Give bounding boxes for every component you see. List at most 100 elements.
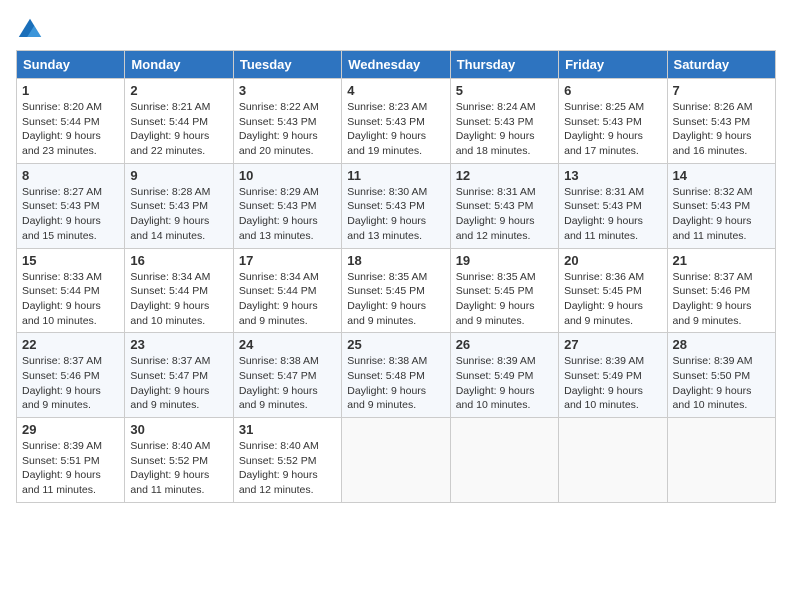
calendar-cell: 24Sunrise: 8:38 AM Sunset: 5:47 PM Dayli…: [233, 333, 341, 418]
day-info: Sunrise: 8:27 AM Sunset: 5:43 PM Dayligh…: [22, 185, 119, 244]
calendar-table: SundayMondayTuesdayWednesdayThursdayFrid…: [16, 50, 776, 503]
calendar-cell: 22 Sunrise: 8:37 AM Sunset: 5:46 PM Dayli…: [17, 333, 125, 418]
calendar-cell: 12Sunrise: 8:31 AM Sunset: 5:43 PM Dayli…: [450, 163, 558, 248]
calendar-cell: 16 Sunrise: 8:34 AM Sunset: 5:44 PM Dayli…: [125, 248, 233, 333]
calendar-cell: 4Sunrise: 8:23 AM Sunset: 5:43 PM Daylig…: [342, 79, 450, 164]
day-number: 19: [456, 253, 553, 268]
calendar-cell: 27Sunrise: 8:39 AM Sunset: 5:49 PM Dayli…: [559, 333, 667, 418]
day-number: 28: [673, 337, 770, 352]
day-number: 5: [456, 83, 553, 98]
day-info: Sunrise: 8:26 AM Sunset: 5:43 PM Dayligh…: [673, 100, 770, 159]
calendar-week-3: 15 Sunrise: 8:33 AM Sunset: 5:44 PM Dayli…: [17, 248, 776, 333]
calendar-cell: 2 Sunrise: 8:21 AM Sunset: 5:44 PM Daylig…: [125, 79, 233, 164]
day-info: Sunrise: 8:37 AM Sunset: 5:46 PM Dayligh…: [673, 270, 770, 329]
calendar-header-thursday: Thursday: [450, 51, 558, 79]
day-info: Sunrise: 8:34 AM Sunset: 5:44 PM Dayligh…: [130, 270, 227, 329]
calendar-body: 1 Sunrise: 8:20 AM Sunset: 5:44 PM Daylig…: [17, 79, 776, 503]
day-number: 10: [239, 168, 336, 183]
day-number: 15: [22, 253, 119, 268]
calendar-cell: 26Sunrise: 8:39 AM Sunset: 5:49 PM Dayli…: [450, 333, 558, 418]
calendar-cell: 14 Sunrise: 8:32 AM Sunset: 5:43 PM Dayli…: [667, 163, 775, 248]
calendar-header-wednesday: Wednesday: [342, 51, 450, 79]
day-info: Sunrise: 8:31 AM Sunset: 5:43 PM Dayligh…: [456, 185, 553, 244]
calendar-header-row: SundayMondayTuesdayWednesdayThursdayFrid…: [17, 51, 776, 79]
calendar-header-tuesday: Tuesday: [233, 51, 341, 79]
calendar-cell: 11 Sunrise: 8:30 AM Sunset: 5:43 PM Dayli…: [342, 163, 450, 248]
day-info: Sunrise: 8:37 AM Sunset: 5:47 PM Dayligh…: [130, 354, 227, 413]
calendar-cell: [342, 418, 450, 503]
logo-icon: [16, 16, 44, 44]
calendar-week-2: 8 Sunrise: 8:27 AM Sunset: 5:43 PM Daylig…: [17, 163, 776, 248]
day-info: Sunrise: 8:30 AM Sunset: 5:43 PM Dayligh…: [347, 185, 444, 244]
day-number: 11: [347, 168, 444, 183]
day-info: Sunrise: 8:40 AM Sunset: 5:52 PM Dayligh…: [239, 439, 336, 498]
day-info: Sunrise: 8:37 AM Sunset: 5:46 PM Dayligh…: [22, 354, 119, 413]
calendar-cell: 31 Sunrise: 8:40 AM Sunset: 5:52 PM Dayli…: [233, 418, 341, 503]
day-info: Sunrise: 8:35 AM Sunset: 5:45 PM Dayligh…: [456, 270, 553, 329]
day-number: 31: [239, 422, 336, 437]
calendar-cell: 30 Sunrise: 8:40 AM Sunset: 5:52 PM Dayli…: [125, 418, 233, 503]
day-info: Sunrise: 8:21 AM Sunset: 5:44 PM Dayligh…: [130, 100, 227, 159]
calendar-header-saturday: Saturday: [667, 51, 775, 79]
day-number: 8: [22, 168, 119, 183]
day-info: Sunrise: 8:39 AM Sunset: 5:49 PM Dayligh…: [456, 354, 553, 413]
calendar-cell: 5 Sunrise: 8:24 AM Sunset: 5:43 PM Daylig…: [450, 79, 558, 164]
day-info: Sunrise: 8:20 AM Sunset: 5:44 PM Dayligh…: [22, 100, 119, 159]
logo: [16, 16, 48, 44]
day-number: 27: [564, 337, 661, 352]
calendar-week-4: 22 Sunrise: 8:37 AM Sunset: 5:46 PM Dayli…: [17, 333, 776, 418]
day-info: Sunrise: 8:35 AM Sunset: 5:45 PM Dayligh…: [347, 270, 444, 329]
calendar-cell: 18 Sunrise: 8:35 AM Sunset: 5:45 PM Dayli…: [342, 248, 450, 333]
day-number: 14: [673, 168, 770, 183]
calendar-cell: 9Sunrise: 8:28 AM Sunset: 5:43 PM Daylig…: [125, 163, 233, 248]
day-number: 16: [130, 253, 227, 268]
calendar-cell: 21Sunrise: 8:37 AM Sunset: 5:46 PM Dayli…: [667, 248, 775, 333]
day-number: 7: [673, 83, 770, 98]
calendar-cell: [450, 418, 558, 503]
day-number: 17: [239, 253, 336, 268]
day-number: 13: [564, 168, 661, 183]
calendar-cell: 15 Sunrise: 8:33 AM Sunset: 5:44 PM Dayli…: [17, 248, 125, 333]
day-number: 30: [130, 422, 227, 437]
day-info: Sunrise: 8:39 AM Sunset: 5:50 PM Dayligh…: [673, 354, 770, 413]
day-info: Sunrise: 8:23 AM Sunset: 5:43 PM Dayligh…: [347, 100, 444, 159]
header: [16, 16, 776, 44]
day-number: 23: [130, 337, 227, 352]
day-info: Sunrise: 8:25 AM Sunset: 5:43 PM Dayligh…: [564, 100, 661, 159]
calendar-week-5: 29 Sunrise: 8:39 AM Sunset: 5:51 PM Dayli…: [17, 418, 776, 503]
day-info: Sunrise: 8:39 AM Sunset: 5:51 PM Dayligh…: [22, 439, 119, 498]
day-number: 6: [564, 83, 661, 98]
day-info: Sunrise: 8:40 AM Sunset: 5:52 PM Dayligh…: [130, 439, 227, 498]
calendar-cell: 25 Sunrise: 8:38 AM Sunset: 5:48 PM Dayli…: [342, 333, 450, 418]
day-number: 18: [347, 253, 444, 268]
calendar-header-sunday: Sunday: [17, 51, 125, 79]
calendar-cell: 23 Sunrise: 8:37 AM Sunset: 5:47 PM Dayli…: [125, 333, 233, 418]
calendar-cell: 1 Sunrise: 8:20 AM Sunset: 5:44 PM Daylig…: [17, 79, 125, 164]
calendar-cell: [559, 418, 667, 503]
calendar-cell: 8 Sunrise: 8:27 AM Sunset: 5:43 PM Daylig…: [17, 163, 125, 248]
calendar-cell: 20Sunrise: 8:36 AM Sunset: 5:45 PM Dayli…: [559, 248, 667, 333]
day-number: 2: [130, 83, 227, 98]
day-info: Sunrise: 8:24 AM Sunset: 5:43 PM Dayligh…: [456, 100, 553, 159]
day-number: 3: [239, 83, 336, 98]
day-info: Sunrise: 8:28 AM Sunset: 5:43 PM Dayligh…: [130, 185, 227, 244]
calendar-header-monday: Monday: [125, 51, 233, 79]
day-info: Sunrise: 8:38 AM Sunset: 5:48 PM Dayligh…: [347, 354, 444, 413]
calendar-cell: 13Sunrise: 8:31 AM Sunset: 5:43 PM Dayli…: [559, 163, 667, 248]
calendar-cell: 10Sunrise: 8:29 AM Sunset: 5:43 PM Dayli…: [233, 163, 341, 248]
calendar-cell: 17 Sunrise: 8:34 AM Sunset: 5:44 PM Dayli…: [233, 248, 341, 333]
calendar-cell: 3 Sunrise: 8:22 AM Sunset: 5:43 PM Daylig…: [233, 79, 341, 164]
calendar-cell: 6 Sunrise: 8:25 AM Sunset: 5:43 PM Daylig…: [559, 79, 667, 164]
day-info: Sunrise: 8:34 AM Sunset: 5:44 PM Dayligh…: [239, 270, 336, 329]
day-number: 29: [22, 422, 119, 437]
day-info: Sunrise: 8:22 AM Sunset: 5:43 PM Dayligh…: [239, 100, 336, 159]
calendar-cell: [667, 418, 775, 503]
day-info: Sunrise: 8:33 AM Sunset: 5:44 PM Dayligh…: [22, 270, 119, 329]
day-number: 25: [347, 337, 444, 352]
day-info: Sunrise: 8:32 AM Sunset: 5:43 PM Dayligh…: [673, 185, 770, 244]
day-number: 22: [22, 337, 119, 352]
day-number: 20: [564, 253, 661, 268]
calendar-cell: 7 Sunrise: 8:26 AM Sunset: 5:43 PM Daylig…: [667, 79, 775, 164]
calendar-cell: 19 Sunrise: 8:35 AM Sunset: 5:45 PM Dayli…: [450, 248, 558, 333]
day-number: 1: [22, 83, 119, 98]
